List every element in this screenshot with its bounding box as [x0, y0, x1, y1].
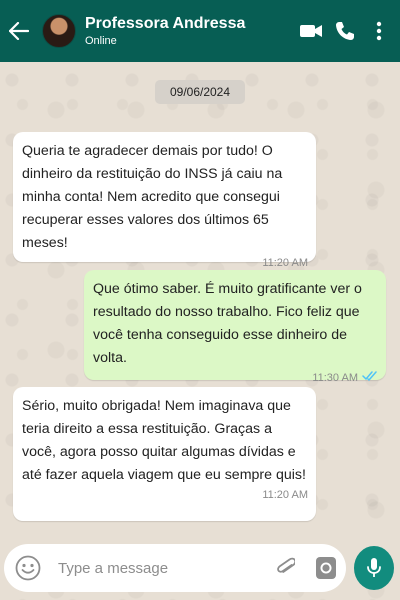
chat-area[interactable]: 09/06/2024 Queria te agradecer demais po…	[0, 62, 400, 540]
attachment-icon[interactable]	[266, 544, 306, 592]
chat-header: Professora Andressa Online	[0, 0, 400, 62]
contact-info[interactable]: Professora Andressa Online	[85, 15, 294, 47]
outgoing-message[interactable]: Que ótimo saber. É muito gratificante ve…	[84, 270, 386, 384]
video-call-icon[interactable]	[294, 0, 328, 62]
incoming-message[interactable]: Queria te agradecer demais por tudo! O d…	[13, 132, 316, 269]
message-input[interactable]	[58, 553, 266, 583]
message-text: Que ótimo saber. É muito gratificante ve…	[93, 281, 362, 366]
message-text: Sério, muito obrigada! Nem imaginava que…	[22, 398, 306, 483]
read-ticks-icon	[362, 371, 378, 385]
contact-status: Online	[85, 34, 117, 47]
incoming-message[interactable]: Sério, muito obrigada! Nem imaginava que…	[13, 387, 316, 521]
date-separator: 09/06/2024	[155, 80, 245, 104]
message-text: Queria te agradecer demais por tudo! O d…	[22, 143, 283, 251]
contact-name: Professora Andressa	[85, 15, 246, 33]
phone-icon[interactable]	[328, 0, 362, 62]
message-time: 11:20 AM	[262, 257, 308, 269]
emoji-icon[interactable]	[6, 544, 50, 592]
mic-icon[interactable]	[354, 546, 394, 590]
more-options-icon[interactable]	[362, 0, 396, 62]
message-composer	[4, 544, 346, 592]
camera-icon[interactable]	[306, 544, 346, 592]
back-arrow-icon[interactable]	[2, 0, 36, 62]
avatar[interactable]	[42, 14, 76, 48]
message-time: 11:20 AM	[262, 489, 308, 501]
message-time: 11:30 AM	[312, 372, 358, 384]
